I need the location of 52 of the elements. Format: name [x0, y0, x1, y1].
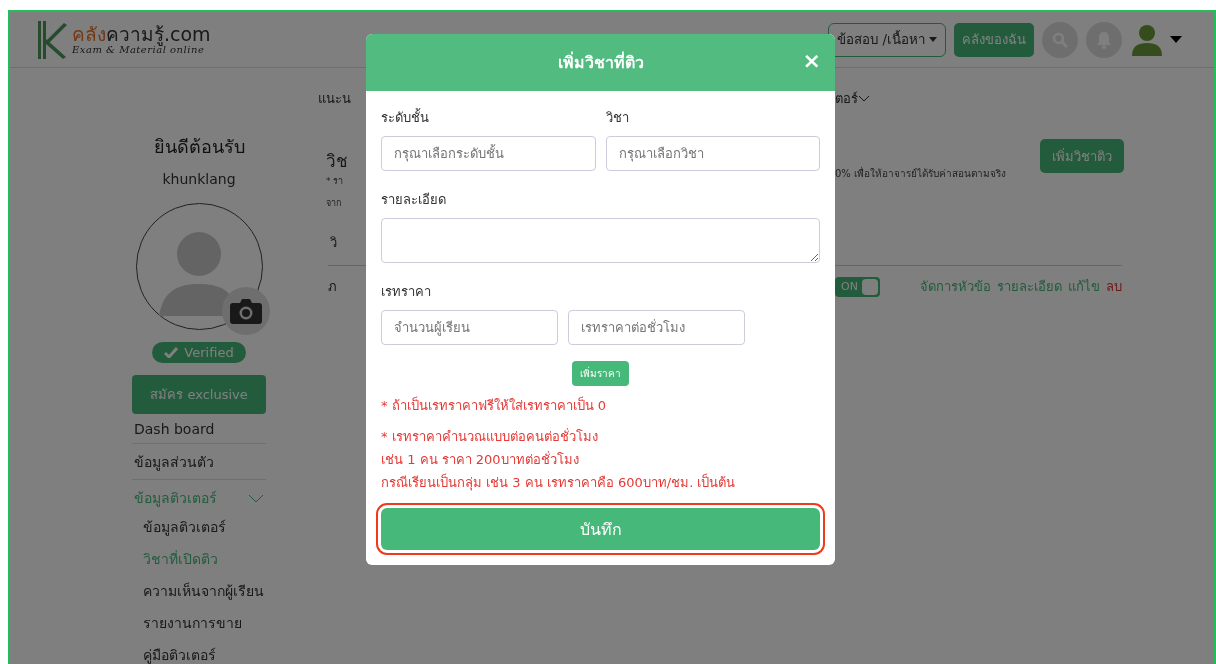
sidebar-subitem[interactable]: วิชาที่เปิดติว: [132, 543, 266, 575]
section-heading: วิช: [326, 150, 348, 173]
level-select[interactable]: กรุณาเลือกระดับชั้น: [381, 136, 596, 171]
column-header: วิ: [330, 234, 338, 252]
sidebar-subitem[interactable]: ความเห็นจากผู้เรียน: [132, 575, 266, 607]
sidebar-item[interactable]: Dash board: [132, 414, 266, 444]
nav-link[interactable]: ตอร์: [835, 88, 858, 109]
note-text: * รา: [326, 175, 344, 188]
rate-field[interactable]: เรทราคาต่อชั่วโมง: [568, 310, 745, 345]
detail-field[interactable]: [381, 218, 820, 263]
check-icon: [164, 347, 179, 358]
camera-icon: [229, 298, 262, 324]
chevron-icon[interactable]: [858, 94, 870, 103]
user-avatar-icon[interactable]: [1130, 23, 1164, 56]
detail-label: รายละเอียด: [381, 191, 447, 209]
rate-label: เรทราคา: [381, 283, 432, 301]
action-link[interactable]: แก้ไข: [1068, 279, 1100, 294]
chevron-icon[interactable]: [248, 493, 264, 503]
action-link[interactable]: รายละเอียด: [997, 279, 1062, 294]
sidebar-subitem[interactable]: คู่มือติวเตอร์: [132, 639, 266, 664]
logo-text: คลังความรู้.com: [72, 24, 211, 44]
manage-dropdown[interactable]: ข้อสอบ /เนื้อหา: [828, 22, 946, 57]
note-text: * เรทราคาคำนวณแบบต่อคนต่อชั่วโมง เช่น 1 คน ราคา 200บาทต่อชั่วโมง กรณีเรียนเป็นกลุ่ม เช่น 3 คน เรทราคาคือ 600บาท/ชม. เป็นต้น: [381, 427, 737, 493]
logo-icon: [36, 20, 68, 59]
note-text: * ถ้าเป็นเรทราคาฟรีให้ใส่เรทราคาเป็น 0: [381, 395, 608, 415]
status-toggle[interactable]: ON: [835, 276, 880, 297]
caret-icon[interactable]: [1170, 36, 1182, 43]
add-subject-button[interactable]: เพิ่มวิชาติว: [1040, 139, 1124, 173]
exclusive-button[interactable]: สมัคร exclusive: [132, 375, 266, 414]
students-field[interactable]: จำนวนผู้เรียน: [381, 310, 558, 345]
action-link[interactable]: จัดการหัวข้อ: [920, 279, 991, 294]
welcome-heading: ยินดีต้อนรับ: [152, 135, 246, 159]
subject-label: วิชา: [605, 109, 630, 127]
sidebar-subitem[interactable]: รายงานการขาย: [132, 607, 266, 639]
sidebar-subitem[interactable]: ข้อมูลติวเตอร์: [132, 511, 266, 543]
table-cell-text: ภ: [328, 278, 338, 296]
action-link[interactable]: ลบ: [1106, 279, 1122, 294]
note-text: จาก: [326, 197, 341, 210]
caret-icon: [929, 37, 937, 42]
note-text: 0% เพื่อให้อาจารย์ได้รับค่าสอนตามจริง: [835, 166, 1008, 181]
verified-badge: Verified: [152, 342, 246, 363]
level-label: ระดับชั้น: [381, 107, 430, 127]
add-rate-button[interactable]: เพิ่มราคา: [572, 361, 629, 386]
nav-link[interactable]: แนะน: [318, 88, 351, 109]
modal-title: เพิ่มวิชาที่ติว: [557, 50, 644, 74]
subject-select[interactable]: กรุณาเลือกวิชา: [605, 136, 820, 171]
sidebar-item[interactable]: ข้อมูลติวเตอร์: [132, 480, 266, 511]
library-button[interactable]: คลังของฉัน: [954, 22, 1034, 57]
sidebar-item[interactable]: ข้อมูลส่วนตัว: [132, 444, 266, 480]
close-button[interactable]: ×: [802, 48, 821, 73]
camera-button[interactable]: [221, 287, 270, 335]
username: khunklang: [161, 171, 237, 187]
